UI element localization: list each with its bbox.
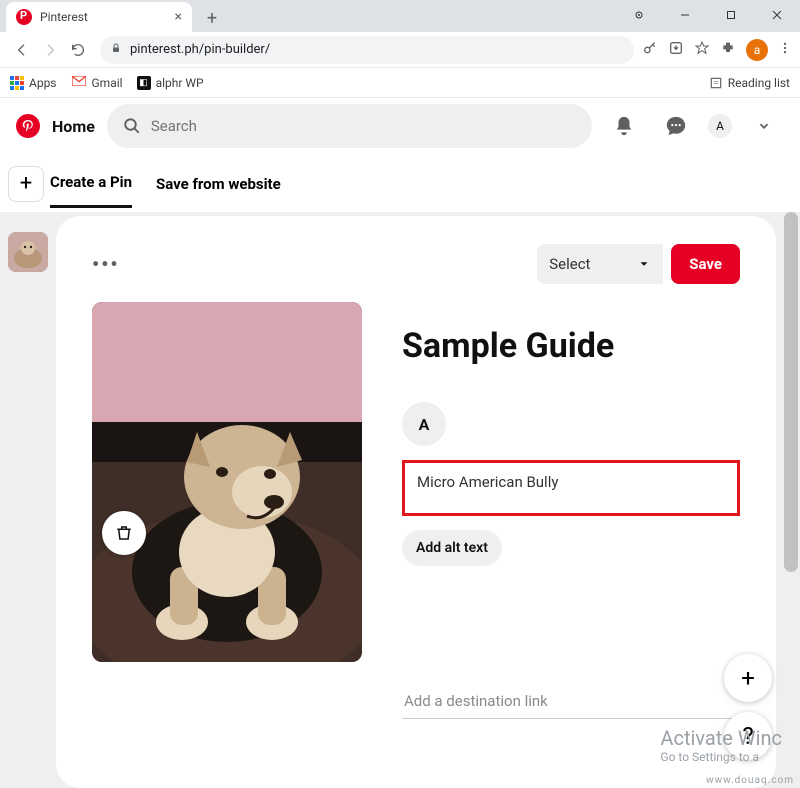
home-link[interactable]: Home xyxy=(52,117,95,136)
site-watermark: www.douaq.com xyxy=(706,775,794,786)
search-input[interactable] xyxy=(151,117,576,135)
gmail-bookmark[interactable]: Gmail xyxy=(71,75,123,90)
minimize-button[interactable] xyxy=(662,0,708,30)
author-badge[interactable]: A xyxy=(402,402,446,446)
profile-avatar[interactable]: a xyxy=(746,39,768,61)
form-column: Sample Guide A Micro American Bully Add … xyxy=(402,302,740,719)
image-column xyxy=(92,302,362,719)
install-icon[interactable] xyxy=(668,40,684,60)
reload-button[interactable] xyxy=(64,36,92,64)
pin-thumbnail[interactable] xyxy=(8,232,48,272)
notifications-icon[interactable] xyxy=(604,106,644,146)
search-icon xyxy=(123,117,141,135)
pin-editor-card: ••• Select Save xyxy=(56,216,776,788)
forward-button[interactable] xyxy=(36,36,64,64)
delete-image-button[interactable] xyxy=(102,511,146,555)
url-text: pinterest.ph/pin-builder/ xyxy=(130,42,270,57)
window-titlebar: Pinterest × + xyxy=(0,0,800,32)
search-bar[interactable] xyxy=(107,104,592,148)
gmail-icon xyxy=(71,75,87,90)
close-window-button[interactable] xyxy=(754,0,800,30)
reading-list-icon xyxy=(709,76,723,90)
builder-tab-bar: + Create a Pin Save from website xyxy=(0,154,800,212)
back-button[interactable] xyxy=(8,36,36,64)
scrollbar[interactable] xyxy=(784,212,798,572)
pinterest-favicon xyxy=(16,9,32,25)
alphr-icon: ◧ xyxy=(137,76,151,90)
pin-thumbnails xyxy=(8,232,48,272)
pinterest-logo[interactable] xyxy=(16,114,40,138)
address-bar: pinterest.ph/pin-builder/ a xyxy=(0,32,800,68)
destination-link-field[interactable]: Add a destination link xyxy=(402,684,740,719)
tab-create-pin[interactable]: Create a Pin xyxy=(50,173,132,208)
lock-icon xyxy=(110,42,122,58)
pin-title[interactable]: Sample Guide xyxy=(402,326,740,366)
add-pin-button[interactable]: + xyxy=(8,166,44,202)
maximize-button[interactable] xyxy=(708,0,754,30)
tab-title: Pinterest xyxy=(40,10,175,24)
account-dot-icon[interactable] xyxy=(616,0,662,30)
apps-bookmark[interactable]: Apps xyxy=(10,76,57,90)
pin-image[interactable] xyxy=(92,302,362,662)
chrome-menu-icon[interactable] xyxy=(778,40,792,59)
key-icon[interactable] xyxy=(642,40,658,60)
trash-icon xyxy=(115,524,133,542)
more-options-icon[interactable]: ••• xyxy=(92,252,120,276)
save-button[interactable]: Save xyxy=(671,244,740,284)
add-alt-text-button[interactable]: Add alt text xyxy=(402,530,502,566)
close-tab-icon[interactable]: × xyxy=(175,9,182,25)
apps-icon xyxy=(10,76,24,90)
extensions-icon[interactable] xyxy=(720,40,736,60)
chevron-down-icon xyxy=(637,257,651,271)
messages-icon[interactable] xyxy=(656,106,696,146)
reading-list[interactable]: Reading list xyxy=(709,76,790,90)
alphr-bookmark[interactable]: ◧ alphr WP xyxy=(137,76,204,90)
pinterest-header: Home A xyxy=(0,98,800,154)
tab-save-from-website[interactable]: Save from website xyxy=(156,175,281,193)
fab-add-button[interactable]: + xyxy=(724,654,772,702)
star-icon[interactable] xyxy=(694,40,710,60)
fab-help-button[interactable]: ? xyxy=(724,712,772,760)
chevron-down-icon[interactable] xyxy=(744,106,784,146)
browser-tab[interactable]: Pinterest × xyxy=(6,2,192,32)
omnibox[interactable]: pinterest.ph/pin-builder/ xyxy=(100,36,634,64)
window-controls xyxy=(616,0,800,30)
description-field[interactable]: Micro American Bully xyxy=(402,460,740,516)
builder-canvas: ••• Select Save xyxy=(0,212,800,788)
board-select[interactable]: Select xyxy=(537,244,663,284)
new-tab-button[interactable]: + xyxy=(198,4,226,32)
user-avatar[interactable]: A xyxy=(708,114,732,138)
bookmarks-bar: Apps Gmail ◧ alphr WP Reading list xyxy=(0,68,800,98)
